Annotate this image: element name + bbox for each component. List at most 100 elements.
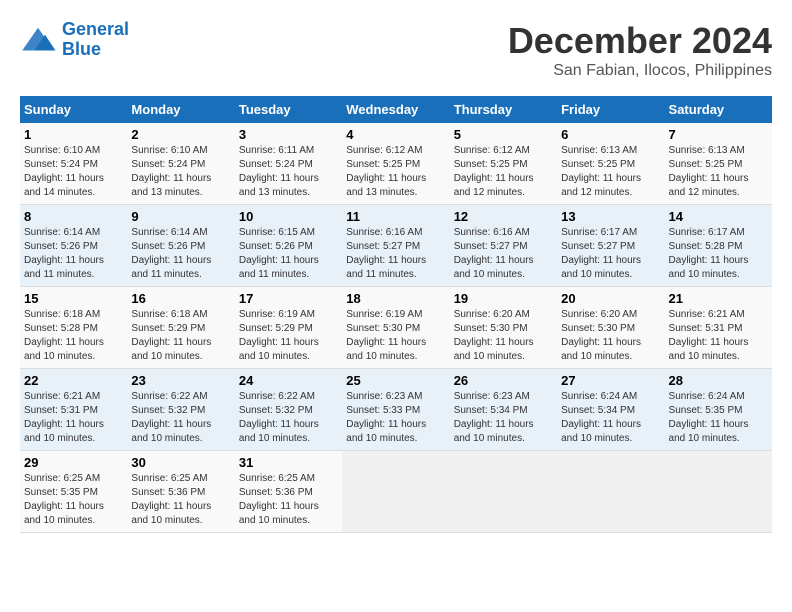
calendar-cell — [342, 451, 449, 533]
header-thursday: Thursday — [450, 96, 557, 123]
day-number: 5 — [454, 127, 553, 142]
calendar-cell: 24 Sunrise: 6:22 AM Sunset: 5:32 PM Dayli… — [235, 369, 342, 451]
day-info: Sunrise: 6:10 AM Sunset: 5:24 PM Dayligh… — [131, 144, 230, 200]
day-number: 24 — [239, 373, 338, 388]
calendar-cell: 10Sunrise: 6:15 AM Sunset: 5:26 PM Dayli… — [235, 205, 342, 287]
calendar-cell: 11 Sunrise: 6:16 AM Sunset: 5:27 PM Dayli… — [342, 205, 449, 287]
day-info: Sunrise: 6:24 AM Sunset: 5:35 PM Dayligh… — [669, 390, 768, 446]
calendar-cell: 17Sunrise: 6:19 AM Sunset: 5:29 PM Dayli… — [235, 287, 342, 369]
day-number: 27 — [561, 373, 660, 388]
calendar-cell: 23 Sunrise: 6:22 AM Sunset: 5:32 PM Dayli… — [127, 369, 234, 451]
calendar-cell: 3Sunrise: 6:11 AM Sunset: 5:24 PM Daylig… — [235, 123, 342, 205]
logo-text: General Blue — [62, 20, 129, 60]
day-number: 3 — [239, 127, 338, 142]
calendar-cell: 29Sunrise: 6:25 AM Sunset: 5:35 PM Dayli… — [20, 451, 127, 533]
day-info: Sunrise: 6:18 AM Sunset: 5:28 PM Dayligh… — [24, 308, 123, 364]
day-number: 11 — [346, 209, 445, 224]
calendar-cell: 31 Sunrise: 6:25 AM Sunset: 5:36 PM Dayli… — [235, 451, 342, 533]
day-number: 17 — [239, 291, 338, 306]
month-title: December 2024 — [508, 20, 772, 62]
header-sunday: Sunday — [20, 96, 127, 123]
calendar-table: SundayMondayTuesdayWednesdayThursdayFrid… — [20, 96, 772, 533]
header-friday: Friday — [557, 96, 664, 123]
calendar-cell: 2 Sunrise: 6:10 AM Sunset: 5:24 PM Daylig… — [127, 123, 234, 205]
week-row-1: 8Sunrise: 6:14 AM Sunset: 5:26 PM Daylig… — [20, 205, 772, 287]
calendar-cell: 14 Sunrise: 6:17 AM Sunset: 5:28 PM Dayli… — [665, 205, 772, 287]
day-info: Sunrise: 6:22 AM Sunset: 5:32 PM Dayligh… — [239, 390, 338, 446]
day-info: Sunrise: 6:16 AM Sunset: 5:27 PM Dayligh… — [346, 226, 445, 282]
day-number: 30 — [131, 455, 230, 470]
day-number: 21 — [669, 291, 768, 306]
calendar-cell: 30 Sunrise: 6:25 AM Sunset: 5:36 PM Dayli… — [127, 451, 234, 533]
calendar-cell: 9 Sunrise: 6:14 AM Sunset: 5:26 PM Daylig… — [127, 205, 234, 287]
day-number: 16 — [131, 291, 230, 306]
day-number: 15 — [24, 291, 123, 306]
calendar-cell: 19Sunrise: 6:20 AM Sunset: 5:30 PM Dayli… — [450, 287, 557, 369]
day-info: Sunrise: 6:22 AM Sunset: 5:32 PM Dayligh… — [131, 390, 230, 446]
calendar-cell: 4Sunrise: 6:12 AM Sunset: 5:25 PM Daylig… — [342, 123, 449, 205]
day-number: 12 — [454, 209, 553, 224]
day-number: 9 — [131, 209, 230, 224]
day-number: 28 — [669, 373, 768, 388]
calendar-cell: 21Sunrise: 6:21 AM Sunset: 5:31 PM Dayli… — [665, 287, 772, 369]
logo: General Blue — [20, 20, 129, 60]
header-saturday: Saturday — [665, 96, 772, 123]
header-monday: Monday — [127, 96, 234, 123]
calendar-cell: 27 Sunrise: 6:24 AM Sunset: 5:34 PM Dayli… — [557, 369, 664, 451]
day-info: Sunrise: 6:17 AM Sunset: 5:28 PM Dayligh… — [669, 226, 768, 282]
calendar-cell: 7Sunrise: 6:13 AM Sunset: 5:25 PM Daylig… — [665, 123, 772, 205]
calendar-cell — [665, 451, 772, 533]
day-info: Sunrise: 6:24 AM Sunset: 5:34 PM Dayligh… — [561, 390, 660, 446]
calendar-cell: 16Sunrise: 6:18 AM Sunset: 5:29 PM Dayli… — [127, 287, 234, 369]
day-info: Sunrise: 6:20 AM Sunset: 5:30 PM Dayligh… — [561, 308, 660, 364]
day-number: 1 — [24, 127, 123, 142]
calendar-cell: 6Sunrise: 6:13 AM Sunset: 5:25 PM Daylig… — [557, 123, 664, 205]
day-number: 13 — [561, 209, 660, 224]
day-info: Sunrise: 6:23 AM Sunset: 5:33 PM Dayligh… — [346, 390, 445, 446]
calendar-cell: 18 Sunrise: 6:19 AM Sunset: 5:30 PM Dayli… — [342, 287, 449, 369]
calendar-cell: 28 Sunrise: 6:24 AM Sunset: 5:35 PM Dayli… — [665, 369, 772, 451]
day-number: 20 — [561, 291, 660, 306]
calendar-cell — [450, 451, 557, 533]
calendar-cell: 1 Sunrise: 6:10 AM Sunset: 5:24 PM Daylig… — [20, 123, 127, 205]
calendar-cell: 22 Sunrise: 6:21 AM Sunset: 5:31 PM Dayli… — [20, 369, 127, 451]
title-area: December 2024 San Fabian, Ilocos, Philip… — [508, 20, 772, 80]
day-number: 22 — [24, 373, 123, 388]
page-header: General Blue December 2024 San Fabian, I… — [20, 20, 772, 80]
calendar-cell: 15 Sunrise: 6:18 AM Sunset: 5:28 PM Dayli… — [20, 287, 127, 369]
day-info: Sunrise: 6:25 AM Sunset: 5:36 PM Dayligh… — [239, 472, 338, 528]
day-number: 10 — [239, 209, 338, 224]
header-tuesday: Tuesday — [235, 96, 342, 123]
day-info: Sunrise: 6:21 AM Sunset: 5:31 PM Dayligh… — [24, 390, 123, 446]
day-info: Sunrise: 6:19 AM Sunset: 5:30 PM Dayligh… — [346, 308, 445, 364]
day-info: Sunrise: 6:23 AM Sunset: 5:34 PM Dayligh… — [454, 390, 553, 446]
location-title: San Fabian, Ilocos, Philippines — [508, 62, 772, 80]
day-info: Sunrise: 6:14 AM Sunset: 5:26 PM Dayligh… — [24, 226, 123, 282]
day-info: Sunrise: 6:16 AM Sunset: 5:27 PM Dayligh… — [454, 226, 553, 282]
logo-icon — [20, 26, 56, 54]
calendar-cell: 5 Sunrise: 6:12 AM Sunset: 5:25 PM Daylig… — [450, 123, 557, 205]
week-row-4: 29Sunrise: 6:25 AM Sunset: 5:35 PM Dayli… — [20, 451, 772, 533]
day-info: Sunrise: 6:14 AM Sunset: 5:26 PM Dayligh… — [131, 226, 230, 282]
day-number: 31 — [239, 455, 338, 470]
day-info: Sunrise: 6:25 AM Sunset: 5:36 PM Dayligh… — [131, 472, 230, 528]
day-number: 7 — [669, 127, 768, 142]
day-info: Sunrise: 6:20 AM Sunset: 5:30 PM Dayligh… — [454, 308, 553, 364]
day-number: 18 — [346, 291, 445, 306]
week-row-3: 22 Sunrise: 6:21 AM Sunset: 5:31 PM Dayli… — [20, 369, 772, 451]
day-info: Sunrise: 6:10 AM Sunset: 5:24 PM Dayligh… — [24, 144, 123, 200]
day-info: Sunrise: 6:13 AM Sunset: 5:25 PM Dayligh… — [561, 144, 660, 200]
day-number: 25 — [346, 373, 445, 388]
day-number: 23 — [131, 373, 230, 388]
week-row-0: 1 Sunrise: 6:10 AM Sunset: 5:24 PM Daylig… — [20, 123, 772, 205]
calendar-cell: 12 Sunrise: 6:16 AM Sunset: 5:27 PM Dayli… — [450, 205, 557, 287]
day-number: 26 — [454, 373, 553, 388]
calendar-cell: 26 Sunrise: 6:23 AM Sunset: 5:34 PM Dayli… — [450, 369, 557, 451]
day-number: 2 — [131, 127, 230, 142]
calendar-cell: 13 Sunrise: 6:17 AM Sunset: 5:27 PM Dayli… — [557, 205, 664, 287]
day-number: 4 — [346, 127, 445, 142]
day-info: Sunrise: 6:12 AM Sunset: 5:25 PM Dayligh… — [454, 144, 553, 200]
calendar-cell: 8Sunrise: 6:14 AM Sunset: 5:26 PM Daylig… — [20, 205, 127, 287]
day-info: Sunrise: 6:17 AM Sunset: 5:27 PM Dayligh… — [561, 226, 660, 282]
day-number: 14 — [669, 209, 768, 224]
